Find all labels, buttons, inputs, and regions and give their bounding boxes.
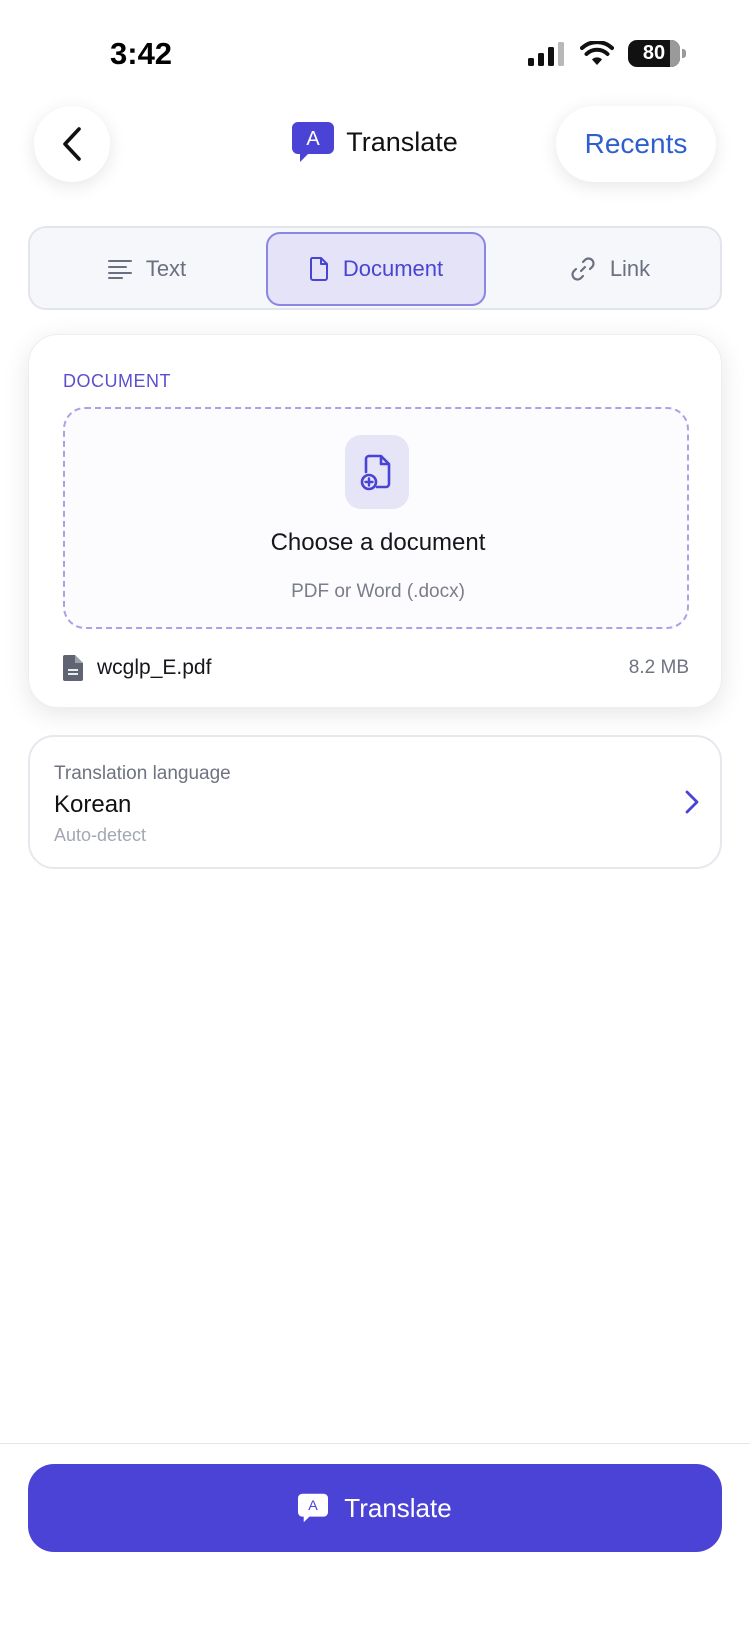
wifi-icon (580, 40, 614, 65)
translate-button-label: Translate (344, 1492, 452, 1523)
dropzone-title: Choose a document (270, 529, 486, 556)
lines-icon (107, 260, 132, 279)
document-icon (309, 257, 328, 281)
translate-app-icon: A (292, 122, 335, 162)
language-caption: Translation language (54, 763, 231, 784)
language-subtitle: Auto-detect (54, 825, 147, 845)
tab-link-label: Link (609, 256, 651, 281)
translate-button[interactable]: A Translate (28, 1464, 722, 1552)
svg-text:A: A (309, 1498, 319, 1514)
tab-link[interactable]: Link (500, 232, 720, 306)
document-dropzone[interactable]: Choose a document PDF or Word (.docx) (63, 407, 689, 629)
document-section-label: DOCUMENT (63, 371, 171, 391)
tab-text-label: Text (145, 256, 187, 281)
file-name: wcglp_E.pdf (97, 656, 212, 679)
status-icons: 80 (528, 40, 686, 67)
battery-level: 80 (642, 42, 666, 64)
language-value: Korean (54, 791, 132, 818)
mode-segmented-control: Text Document Link (28, 226, 722, 310)
tab-text[interactable]: Text (36, 232, 258, 306)
status-bar: 3:42 80 (0, 0, 750, 100)
link-icon (571, 257, 595, 281)
file-icon (63, 655, 83, 681)
document-card: DOCUMENT Choose a document PDF or Word (… (28, 334, 722, 708)
page-title: Translate (346, 126, 458, 157)
recents-button[interactable]: Recents (556, 106, 716, 182)
svg-text:A: A (307, 128, 321, 150)
signal-icon (528, 41, 564, 66)
translation-language-row[interactable]: Translation language Korean Auto-detect (28, 735, 722, 869)
translate-icon: A (298, 1493, 329, 1523)
dropzone-subtitle: PDF or Word (.docx) (291, 581, 465, 602)
bottom-divider (0, 1443, 750, 1444)
add-document-icon (360, 454, 391, 491)
file-size: 8.2 MB (628, 657, 689, 678)
status-time: 3:42 (110, 36, 173, 71)
tab-document[interactable]: Document (266, 232, 486, 306)
battery-indicator: 80 (628, 40, 686, 67)
dropzone-icon-container (345, 435, 409, 509)
selected-file-row[interactable]: wcglp_E.pdf 8.2 MB (63, 653, 689, 683)
chevron-right-icon (685, 790, 699, 814)
tab-document-label: Document (342, 256, 444, 281)
